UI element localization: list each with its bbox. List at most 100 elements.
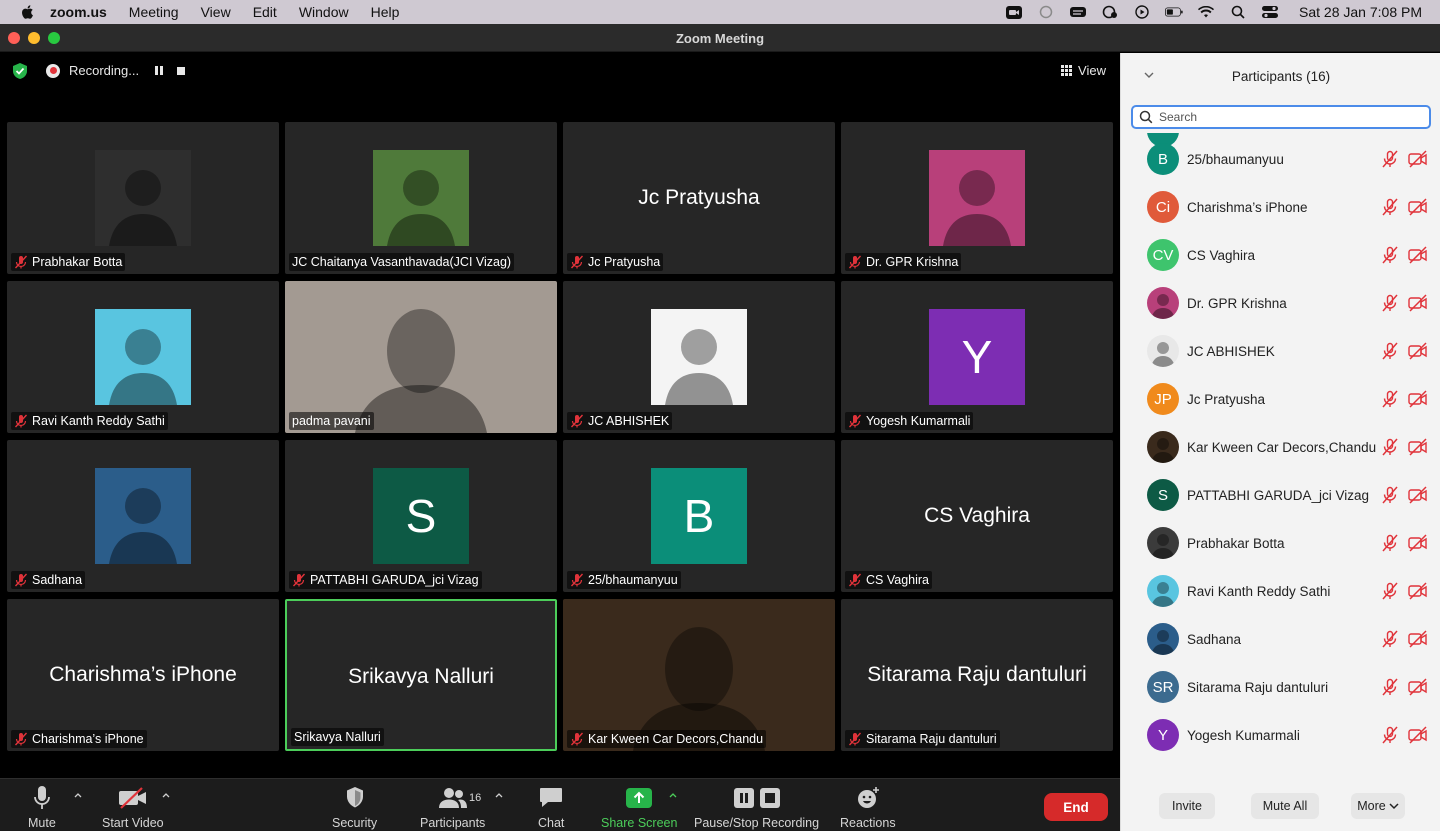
audio-options-chevron-icon[interactable] [74,791,82,799]
participant-avatar [1147,623,1179,655]
video-off-icon [1408,198,1428,216]
participant-video-tile[interactable]: CS Vaghira CS Vaghira [841,440,1113,592]
menu-view[interactable]: View [201,4,231,20]
menu-meeting[interactable]: Meeting [129,4,179,20]
participant-list-item[interactable]: SR Sitarama Raju dantuluri [1121,663,1440,711]
participant-list-item[interactable]: CV CS Vaghira [1121,231,1440,279]
participant-name: PATTABHI GARUDA_jci Vizag [1187,487,1370,503]
participant-video-tile[interactable]: Sitarama Raju dantuluri Sitarama Raju dan… [841,599,1113,751]
spotlight-search-icon[interactable] [1229,5,1247,19]
menubar-clock[interactable]: Sat 28 Jan 7:08 PM [1299,4,1422,20]
video-off-icon [1408,390,1428,408]
more-button[interactable]: More [1351,793,1405,819]
tile-name-label: JC ABHISHEK [567,412,673,430]
play-status-icon[interactable] [1133,5,1151,19]
video-off-icon [1408,630,1428,648]
security-button[interactable]: Security [332,785,377,830]
start-video-button[interactable]: Start Video [102,785,164,830]
participant-video-tile[interactable]: JC Chaitanya Vasanthavada(JCI Vizag) [285,122,557,274]
menu-window[interactable]: Window [299,4,349,20]
participant-list-item[interactable]: JC ABHISHEK [1121,327,1440,375]
chat-button[interactable]: Chat [538,785,564,830]
menu-help[interactable]: Help [371,4,400,20]
participant-avatar [1147,287,1179,319]
participant-list-item[interactable]: Sadhana [1121,615,1440,663]
tile-name-label: JC Chaitanya Vasanthavada(JCI Vizag) [289,253,515,271]
view-button[interactable]: View [1061,63,1106,78]
zoom-status-icon[interactable] [1005,5,1023,19]
mute-button[interactable]: Mute [28,785,56,830]
share-screen-label: Share Screen [601,816,678,830]
participant-video-tile[interactable]: Jc Pratyusha Jc Pratyusha [563,122,835,274]
participant-list-item[interactable]: Ci Charishma’s iPhone [1121,183,1440,231]
mic-muted-icon [570,414,584,428]
tile-name-text: JC Chaitanya Vasanthavada(JCI Vizag) [292,255,512,269]
participant-video-tile[interactable]: Dr. GPR Krishna [841,122,1113,274]
mic-muted-icon [1381,630,1399,648]
mic-muted-icon [1381,726,1399,744]
menu-edit[interactable]: Edit [253,4,277,20]
participant-video-tile[interactable]: Charishma’s iPhone Charishma’s iPhone [7,599,279,751]
participant-name: Charishma’s iPhone [1187,199,1308,215]
sync-status-icon[interactable] [1037,5,1055,19]
battery-icon[interactable] [1165,5,1183,19]
control-center-icon[interactable] [1261,5,1279,19]
reactions-smiley-icon [856,785,880,811]
video-options-chevron-icon[interactable] [162,791,170,799]
participant-list-item[interactable]: Ravi Kanth Reddy Sathi [1121,567,1440,615]
reactions-button[interactable]: Reactions [840,785,896,830]
participant-list-item[interactable]: Prabhakar Botta [1121,519,1440,567]
stop-recording-icon[interactable] [177,66,186,75]
collapse-panel-chevron-icon[interactable] [1143,69,1155,81]
participant-video-tile[interactable]: B 25/bhaumanyuu [563,440,835,592]
mic-muted-icon [848,414,862,428]
participants-options-chevron-icon[interactable] [495,791,503,799]
tile-name-label: Yogesh Kumarmali [845,412,974,430]
cloud-status-icon[interactable] [1069,5,1087,19]
participant-video-tile[interactable]: Kar Kween Car Decors,Chandu [563,599,835,751]
pause-stop-recording-button[interactable]: Pause/Stop Recording [694,785,819,830]
wifi-icon[interactable] [1197,5,1215,19]
participant-avatar: B [1147,143,1179,175]
participant-list-item[interactable]: S PATTABHI GARUDA_jci Vizag [1121,471,1440,519]
participant-video-tile[interactable]: Sadhana [7,440,279,592]
participant-video-tile[interactable]: padma pavani [285,281,557,433]
participant-list-item[interactable]: Y Yogesh Kumarmali [1121,711,1440,759]
participant-video-tile[interactable]: Ravi Kanth Reddy Sathi [7,281,279,433]
participant-video-tile[interactable]: Y Yogesh Kumarmali [841,281,1113,433]
share-screen-button[interactable]: Share Screen [601,785,677,830]
menu-app-name[interactable]: zoom.us [50,4,107,20]
search-input[interactable] [1159,110,1409,124]
video-off-icon [1408,678,1428,696]
participant-video-tile[interactable]: JC ABHISHEK [563,281,835,433]
end-meeting-button[interactable]: End [1044,793,1108,821]
profile-photo [929,150,1025,246]
vpn-status-icon[interactable] [1101,5,1119,19]
participant-avatar: Ci [1147,191,1179,223]
participant-name: JC ABHISHEK [1187,343,1275,359]
profile-photo [373,150,469,246]
tile-name-text: Prabhakar Botta [32,255,123,269]
participant-video-tile[interactable]: Srikavya Nalluri Srikavya Nalluri [285,599,557,751]
mute-all-button[interactable]: Mute All [1251,793,1319,819]
invite-button[interactable]: Invite [1159,793,1215,819]
pause-recording-icon[interactable] [155,65,165,76]
participants-search[interactable] [1131,105,1431,129]
participants-count-badge: 16 [469,792,482,804]
tile-name-text: JC ABHISHEK [588,414,670,428]
share-options-chevron-icon[interactable] [669,791,677,799]
participant-avatar: S [1147,479,1179,511]
pause-stop-recording-label: Pause/Stop Recording [694,816,820,830]
participant-video-tile[interactable]: S PATTABHI GARUDA_jci Vizag [285,440,557,592]
participant-list-item[interactable]: JP Jc Pratyusha [1121,375,1440,423]
tile-name-text: PATTABHI GARUDA_jci Vizag [310,573,479,587]
tile-name-text: Kar Kween Car Decors,Chandu [588,732,764,746]
participant-video-tile[interactable]: Prabhakar Botta [7,122,279,274]
apple-icon[interactable] [20,4,36,20]
participant-list-item[interactable]: Kar Kween Car Decors,Chandu [1121,423,1440,471]
participants-list: B 25/bhaumanyuu Ci Charishma’s iPhone CV CS V… [1121,133,1440,781]
encryption-shield-icon[interactable] [11,62,29,80]
participant-list-item[interactable]: Dr. GPR Krishna [1121,279,1440,327]
participant-list-item[interactable]: B 25/bhaumanyuu [1121,135,1440,183]
profile-photo [95,468,191,564]
